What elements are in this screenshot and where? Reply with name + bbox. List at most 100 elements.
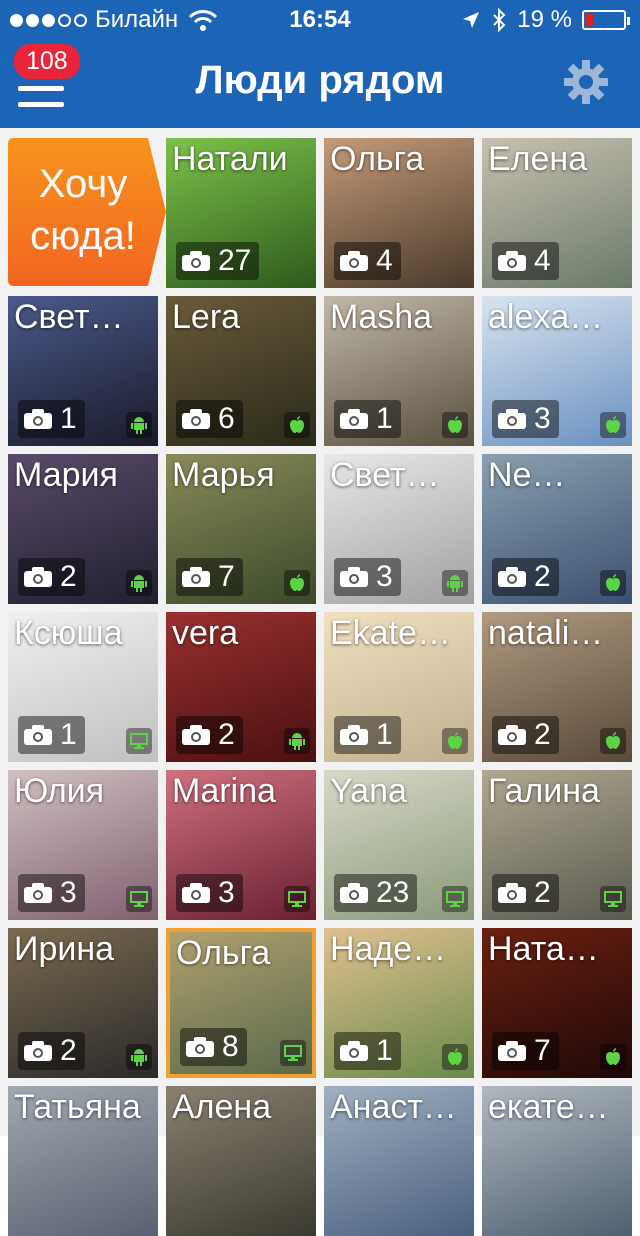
camera-icon [498,567,526,587]
profile-tile[interactable]: Мария 2 [8,454,158,604]
profile-name: natali… [488,614,604,652]
profile-tile[interactable]: Ne… 2 [482,454,632,604]
desktop-icon [600,886,626,912]
photo-count: 4 [492,242,559,280]
profile-tile[interactable]: Марья 7 [166,454,316,604]
nav-bar: 108 Люди рядом [0,40,640,128]
profile-tile[interactable]: Галина 2 [482,770,632,920]
profile-name: Ольга [176,934,271,972]
photo-count: 4 [334,242,401,280]
profile-name: Ne… [488,456,566,494]
camera-icon [186,1037,214,1057]
photo-count: 2 [18,1032,85,1070]
profile-tile[interactable]: Свет… 1 [8,296,158,446]
photo-count: 1 [334,716,401,754]
profile-name: Елена [488,140,588,178]
profile-tile[interactable]: Masha 1 [324,296,474,446]
profile-tile[interactable]: Yana 23 [324,770,474,920]
profile-name: Marina [172,772,276,810]
apple-icon [600,570,626,596]
profile-name: Свет… [14,298,124,336]
profile-tile[interactable]: Ольга 8 [166,928,316,1078]
photo-count: 6 [176,400,243,438]
profile-tile[interactable]: vera 2 [166,612,316,762]
profile-tile[interactable]: alexa… 3 [482,296,632,446]
bluetooth-icon [493,8,506,32]
profile-tile[interactable]: Ольга 4 [324,138,474,288]
profile-name: екате… [488,1088,609,1126]
profile-tile[interactable]: natali… 2 [482,612,632,762]
photo-count: 2 [492,558,559,596]
profile-name: Ксюша [14,614,123,652]
want-here-label: Хочу сюда! [30,162,136,258]
profile-name: Ната… [488,930,599,968]
profile-name: Галина [488,772,600,810]
profile-tile[interactable]: Наде… 1 [324,928,474,1078]
status-right: 19 % [461,6,630,34]
profile-tile[interactable]: Marina 3 [166,770,316,920]
apple-icon [284,570,310,596]
camera-icon [340,883,368,903]
profile-tile[interactable]: Анаст… [324,1086,474,1236]
photo-count: 7 [176,558,243,596]
photo-count: 3 [18,874,85,912]
photo-count: 3 [334,558,401,596]
profile-name: Марья [172,456,275,494]
profile-tile[interactable]: екате… [482,1086,632,1236]
profile-name: Наде… [330,930,447,968]
apple-icon [284,412,310,438]
profile-tile[interactable]: Юлия 3 [8,770,158,920]
camera-icon [498,251,526,271]
profile-tile[interactable]: Натали 27 [166,138,316,288]
photo-count: 1 [334,400,401,438]
android-icon [442,570,468,596]
camera-icon [182,725,210,745]
profile-name: Юлия [14,772,105,810]
camera-icon [340,1041,368,1061]
camera-icon [182,409,210,429]
profile-name: Татьяна [14,1088,141,1126]
profile-name: Мария [14,456,118,494]
camera-icon [24,567,52,587]
photo-count: 1 [18,400,85,438]
profile-tile[interactable]: Ната… 7 [482,928,632,1078]
photo-count: 1 [334,1032,401,1070]
android-icon [284,728,310,754]
profile-tile[interactable]: Алена [166,1086,316,1236]
apple-icon [442,728,468,754]
photo-count: 23 [334,874,418,912]
profile-tile[interactable]: Ekate… 1 [324,612,474,762]
apple-icon [442,1044,468,1070]
photo-count: 2 [18,558,85,596]
desktop-icon [126,886,152,912]
gear-icon[interactable] [562,58,610,106]
camera-icon [24,883,52,903]
profile-name: Анаст… [330,1088,457,1126]
photo-count: 2 [492,716,559,754]
want-here-button[interactable]: Хочу сюда! [8,138,168,286]
camera-icon [24,409,52,429]
android-icon [126,1044,152,1070]
camera-icon [340,725,368,745]
photo-count: 8 [180,1028,247,1066]
camera-icon [182,251,210,271]
apple-icon [600,412,626,438]
profile-name: alexa… [488,298,604,336]
camera-icon [498,1041,526,1061]
profile-tile[interactable]: Свет… 3 [324,454,474,604]
profile-name: vera [172,614,239,652]
photo-count: 7 [492,1032,559,1070]
profile-name: Ekate… [330,614,451,652]
profile-tile[interactable]: Lera 6 [166,296,316,446]
profile-tile[interactable]: Елена 4 [482,138,632,288]
photo-count: 2 [492,874,559,912]
camera-icon [340,567,368,587]
profile-name: Ольга [330,140,425,178]
profile-name: Masha [330,298,433,336]
profile-name: Алена [172,1088,272,1126]
profile-tile[interactable]: Ирина 2 [8,928,158,1078]
battery-icon [582,10,630,30]
apple-icon [442,412,468,438]
profile-tile[interactable]: Ксюша 1 [8,612,158,762]
profile-tile[interactable]: Татьяна [8,1086,158,1236]
